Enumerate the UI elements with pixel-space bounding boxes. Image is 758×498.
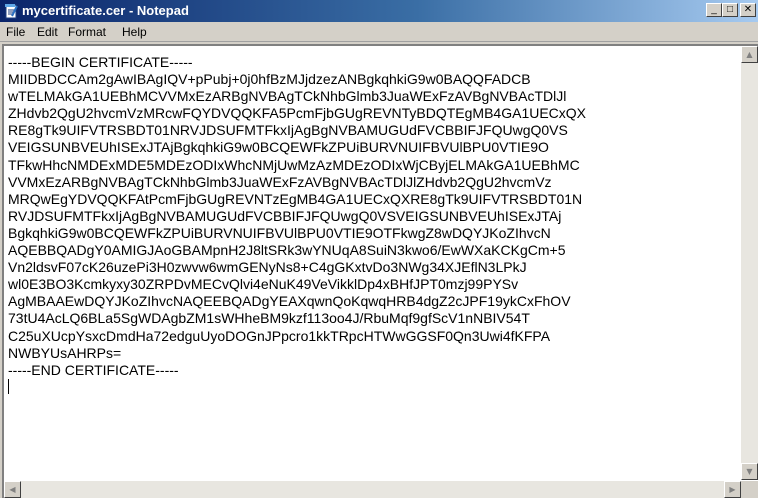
menu-file[interactable]: File bbox=[6, 25, 25, 39]
text-line: AQEBBQADgY0AMIGJAoGBAMpnH2J8ltSRk3wYNUqA… bbox=[8, 242, 566, 259]
vertical-scrollbar[interactable]: ▲ ▼ bbox=[741, 46, 758, 480]
text-editor[interactable]: -----BEGIN CERTIFICATE----- MIIDBDCCAm2gA… bbox=[2, 44, 758, 498]
title-bar[interactable]: mycertificate.cer - Notepad _ □ ✕ bbox=[0, 0, 758, 22]
text-line: BgkqhkiG9w0BCQEWFkZPUiBURVNUIFBVUlBPU0VT… bbox=[8, 224, 551, 241]
text-line: -----END CERTIFICATE----- bbox=[8, 361, 179, 378]
maximize-button[interactable]: □ bbox=[722, 3, 738, 17]
notepad-icon[interactable] bbox=[3, 3, 19, 19]
text-line: MRQwEgYDVQQKFAtPcmFjbGUgREVNTzEgMB4GA1UE… bbox=[8, 190, 583, 207]
scroll-down-arrow-icon[interactable]: ▼ bbox=[741, 463, 758, 480]
text-line: RE8gTk9UIFVTRSBDT01NRVJDSUFMTFkxIjAgBgNV… bbox=[8, 122, 568, 139]
text-line: AgMBAAEwDQYJKoZIhvcNAQEEBQADgYEAXqwnQoKq… bbox=[8, 293, 571, 310]
text-line: Vn2ldsvF07cK26uzePi3H0zwvw6wmGENyNs8+C4g… bbox=[8, 259, 527, 276]
window-title: mycertificate.cer - Notepad bbox=[22, 3, 189, 18]
text-line: VVMxEzARBgNVBAgTCkNhbGlmb3JuaWExFzAVBgNV… bbox=[8, 173, 552, 190]
text-line: C25uXUcpYsxcDmdHa72edguUyoDOGnJPpcro1kkT… bbox=[8, 327, 551, 344]
editor-content[interactable]: -----BEGIN CERTIFICATE----- MIIDBDCCAm2gA… bbox=[8, 54, 738, 474]
text-line: NWBYUsAHRPs= bbox=[8, 344, 122, 361]
text-cursor-line bbox=[8, 378, 738, 396]
text-line: MIIDBDCCAm2gAwIBAgIQV+pPubj+0j0hfBzMJjdz… bbox=[8, 71, 531, 88]
text-line: ZHdvb2QgU2hvcmVzMRcwFQYDVQQKFA5PcmFjbGUg… bbox=[8, 105, 587, 122]
menu-help[interactable]: Help bbox=[122, 25, 147, 39]
scrollbar-corner bbox=[741, 481, 758, 498]
scroll-left-arrow-icon[interactable]: ◀ bbox=[4, 481, 21, 498]
menu-bar: File Edit Format Help bbox=[0, 22, 758, 42]
menu-edit[interactable]: Edit bbox=[37, 25, 58, 39]
scroll-up-arrow-icon[interactable]: ▲ bbox=[741, 46, 758, 63]
text-line: VEIGSUNBVEUhISExJTAjBgkqhkiG9w0BCQEWFkZP… bbox=[8, 139, 549, 156]
text-line: RVJDSUFMTFkxIjAgBgNVBAMUGUdFVCBBIFJFQUwg… bbox=[8, 207, 562, 224]
text-line: wTELMAkGA1UEBhMCVVMxEzARBgNVBAgTCkNhbGlm… bbox=[8, 88, 567, 105]
horizontal-scrollbar[interactable]: ◀ ▶ bbox=[4, 481, 741, 498]
text-line: TFkwHhcNMDExMDE5MDEzODIxWhcNMjUwMzAzMDEz… bbox=[8, 156, 580, 173]
menu-format[interactable]: Format bbox=[68, 25, 106, 39]
close-button[interactable]: ✕ bbox=[740, 3, 756, 17]
text-cursor bbox=[8, 378, 9, 394]
text-line: wl0E3BO3Kcmkyxy30ZRPDvMECvQlvi4eNuK49VeV… bbox=[8, 276, 519, 293]
scroll-right-arrow-icon[interactable]: ▶ bbox=[724, 481, 741, 498]
notepad-window: mycertificate.cer - Notepad _ □ ✕ File E… bbox=[0, 0, 758, 498]
minimize-button[interactable]: _ bbox=[706, 3, 722, 17]
text-line: 73tU4AcLQ6BLa5SgWDAgbZM1sWHheBM9kzf113oo… bbox=[8, 310, 530, 327]
text-line: -----BEGIN CERTIFICATE----- bbox=[8, 54, 193, 70]
